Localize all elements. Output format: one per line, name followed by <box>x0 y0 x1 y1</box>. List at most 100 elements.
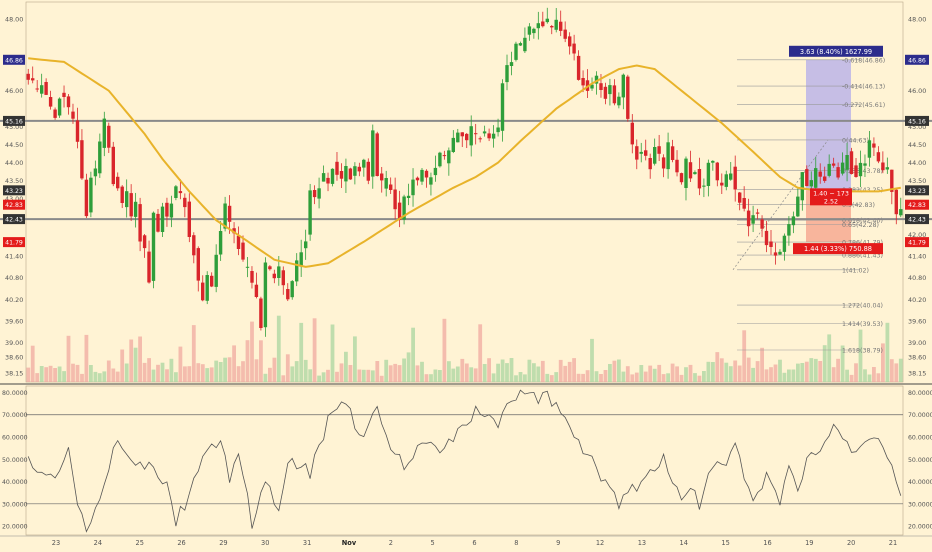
price-tick-right: 48.00 <box>908 15 926 23</box>
fib-level-label: -0.272(45.61) <box>842 102 885 109</box>
volume-bar <box>30 345 35 382</box>
volume-bar <box>885 322 890 382</box>
volume-bar <box>719 358 724 382</box>
volume-bar <box>223 357 227 382</box>
candle-body <box>635 146 639 160</box>
volume-bar <box>491 373 496 382</box>
candle-body <box>371 130 375 177</box>
volume-bar <box>102 371 107 382</box>
volume-bar <box>115 371 120 382</box>
candle-body <box>344 166 348 182</box>
candle-body <box>174 186 178 198</box>
price-tag-right: 46.86 <box>908 57 926 64</box>
volume-bar <box>402 358 406 382</box>
volume-bar <box>326 369 330 382</box>
candle-body <box>348 168 353 180</box>
volume-bar <box>737 365 742 382</box>
volume-bar <box>138 336 142 382</box>
time-label: 21 <box>889 539 897 547</box>
volume-bar <box>411 327 415 382</box>
candle-body <box>684 158 688 188</box>
candle-body <box>487 133 491 139</box>
candle-body <box>536 23 540 29</box>
candle-body <box>227 205 232 222</box>
volume-bar <box>44 367 49 382</box>
candle-body <box>26 73 30 80</box>
volume-bar <box>451 368 456 382</box>
candle-body <box>657 146 661 154</box>
volume-bar <box>268 367 272 382</box>
time-label: 23 <box>52 539 60 547</box>
volume-bar <box>509 358 514 382</box>
volume-bar <box>688 364 693 382</box>
candle-body <box>818 171 822 177</box>
candle-body <box>532 28 536 34</box>
candle-body <box>827 163 831 176</box>
price-tick-left: 41.40 <box>5 253 23 261</box>
candle-body <box>630 122 634 145</box>
candle-body <box>670 146 675 160</box>
candle-body <box>433 167 438 176</box>
volume-bar <box>724 362 729 382</box>
candle-body <box>420 169 424 182</box>
volume-bar <box>393 363 398 382</box>
chart-canvas[interactable]: 0(44.63)0.236(43.78)0.382(43.25)0.5(42.8… <box>0 0 932 550</box>
volume-bar <box>791 369 796 382</box>
candle-body <box>393 189 397 210</box>
candle-body <box>277 266 281 278</box>
volume-bar <box>666 373 670 382</box>
volume-bar <box>487 358 491 382</box>
volume-bar <box>48 365 53 382</box>
volume-bar <box>375 361 380 382</box>
candle-body <box>98 141 102 174</box>
candle-body <box>885 167 889 170</box>
candle-body <box>308 190 312 235</box>
price-tick-right: 41.40 <box>908 253 926 261</box>
price-tick-right: 39.00 <box>908 339 926 347</box>
time-label: 9 <box>556 539 560 547</box>
volume-bar <box>558 359 563 382</box>
candle-body <box>568 36 572 47</box>
volume-bar <box>142 362 147 382</box>
candle-body <box>778 251 782 255</box>
candle-body <box>478 138 482 140</box>
volume-bar <box>876 373 881 382</box>
candle-body <box>299 252 303 267</box>
volume-bar <box>478 324 483 382</box>
price-tag-right: 42.83 <box>908 202 926 209</box>
price-tag-right: 42.43 <box>908 217 926 224</box>
volume-bar <box>415 365 420 382</box>
candle-body <box>469 126 473 146</box>
volume-bar <box>133 347 138 382</box>
volume-bar <box>697 375 702 382</box>
time-label: 30 <box>261 539 269 547</box>
price-tag-left: 46.86 <box>5 57 23 64</box>
volume-bar <box>62 371 66 382</box>
volume-bar <box>612 360 617 382</box>
candle-body <box>438 152 442 167</box>
time-label: 31 <box>303 539 311 547</box>
candle-body <box>142 235 147 249</box>
volume-bar <box>370 370 375 382</box>
volume-bar <box>827 334 832 382</box>
price-tag-left: 42.43 <box>5 217 23 224</box>
volume-bar <box>889 359 894 382</box>
candle-body <box>729 173 733 180</box>
candle-body <box>608 85 612 95</box>
candle-body <box>321 173 326 182</box>
volume-bar <box>648 365 653 382</box>
time-label: 24 <box>94 539 102 547</box>
volume-bar <box>35 373 40 382</box>
price-tick-right: 44.50 <box>908 141 926 149</box>
candle-body <box>35 88 39 90</box>
price-tick-left: 40.80 <box>5 274 23 282</box>
volume-bar <box>804 361 809 382</box>
volume-bar <box>661 374 666 382</box>
volume-bar <box>800 363 805 382</box>
candle-body <box>62 92 66 97</box>
volume-bar <box>321 372 326 382</box>
volume-bar <box>97 373 102 382</box>
volume-bar <box>576 373 581 382</box>
candle-body <box>281 270 285 286</box>
price-tick-right: 44.00 <box>908 159 926 167</box>
